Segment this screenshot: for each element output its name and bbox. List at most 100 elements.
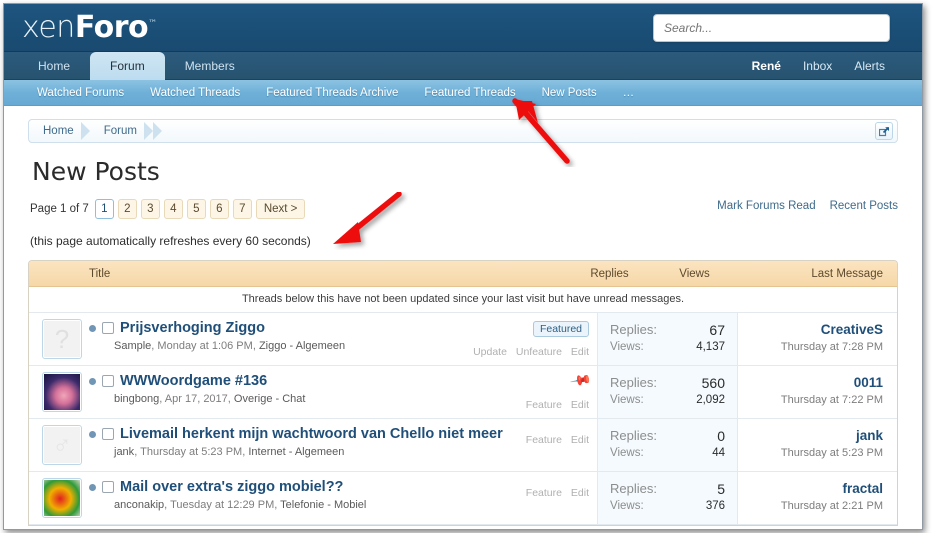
thread-main-cell: WWWoordgame #136 bingbong, Apr 17, 2017,…	[89, 366, 597, 418]
pagination-row: Page 1 of 7 1 2 3 4 5 6 7 Next > Mark Fo…	[28, 198, 898, 220]
table-row[interactable]: WWWoordgame #136 bingbong, Apr 17, 2017,…	[29, 366, 897, 419]
replies-value: 0	[717, 428, 725, 444]
thread-author[interactable]: Sample	[114, 340, 151, 352]
logo-text-bold: Foro	[74, 10, 149, 45]
edit-link[interactable]: Edit	[571, 434, 589, 446]
thread-title-link[interactable]: Prijsverhoging Ziggo	[120, 320, 265, 336]
feature-link[interactable]: Feature	[526, 487, 562, 499]
table-row[interactable]: Mail over extra's ziggo mobiel?? anconak…	[29, 472, 897, 525]
column-header-replies[interactable]: Replies	[567, 268, 652, 280]
table-row[interactable]: ? Prijsverhoging Ziggo Sample, Monday at…	[29, 313, 897, 366]
page-button-7[interactable]: 7	[232, 199, 252, 219]
open-in-new-icon[interactable]	[875, 122, 893, 140]
page-button-4[interactable]: 4	[163, 199, 183, 219]
subnav-watched-threads[interactable]: Watched Threads	[137, 80, 253, 106]
thread-author[interactable]: bingbong	[114, 393, 159, 405]
last-message-user[interactable]: jank	[748, 428, 883, 443]
thread-title-link[interactable]: Mail over extra's ziggo mobiel??	[120, 479, 343, 495]
last-message-user[interactable]: fractal	[748, 481, 883, 496]
page-button-2[interactable]: 2	[117, 199, 137, 219]
thread-author[interactable]: jank	[114, 446, 134, 458]
thread-meta: jank, Thursday at 5:23 PM, Internet - Al…	[114, 446, 345, 458]
replies-value: 5	[717, 481, 725, 497]
edit-link[interactable]: Edit	[571, 487, 589, 499]
thread-last-message-cell: fractal Thursday at 2:21 PM	[737, 472, 897, 524]
status-badge: Featured	[532, 321, 589, 337]
auto-refresh-note: (this page automatically refreshes every…	[30, 234, 311, 248]
edit-link[interactable]: Edit	[571, 399, 589, 411]
update-link[interactable]: Update	[473, 346, 507, 358]
replies-label: Replies:	[610, 322, 657, 337]
page-button-3[interactable]: 3	[140, 199, 160, 219]
thread-forum[interactable]: Telefonie - Mobiel	[280, 499, 366, 511]
thread-forum[interactable]: Ziggo - Algemeen	[259, 340, 345, 352]
thread-forum[interactable]: Internet - Algemeen	[248, 446, 344, 458]
thread-author[interactable]: anconakip	[114, 499, 164, 511]
site-logo[interactable]: xenForo™	[22, 10, 157, 45]
nav-tab-forum[interactable]: Forum	[90, 52, 165, 80]
thread-select-checkbox[interactable]	[102, 322, 114, 334]
unread-indicator-icon	[89, 430, 96, 438]
avatar[interactable]: ?	[29, 313, 89, 365]
avatar-placeholder-question-icon: ?	[44, 321, 80, 357]
thread-forum[interactable]: Overige - Chat	[234, 393, 306, 405]
mark-forums-read-link[interactable]: Mark Forums Read	[717, 200, 815, 212]
page-button-5[interactable]: 5	[186, 199, 206, 219]
subnav-more-icon[interactable]: …	[610, 80, 649, 106]
sticky-pin-icon: 📌	[568, 368, 593, 392]
breadcrumb-home[interactable]: Home	[29, 120, 90, 142]
last-message-user[interactable]: 0011	[748, 375, 883, 390]
subnav-watched-forums[interactable]: Watched Forums	[24, 80, 137, 106]
page-title: New Posts	[32, 157, 160, 186]
replies-value: 560	[701, 375, 725, 391]
thread-select-checkbox[interactable]	[102, 481, 114, 493]
avatar[interactable]	[29, 472, 89, 524]
column-header-last-message[interactable]: Last Message	[737, 268, 897, 280]
page-button-6[interactable]: 6	[209, 199, 229, 219]
breadcrumb-forum[interactable]: Forum	[90, 120, 154, 142]
unread-indicator-icon	[89, 324, 96, 332]
column-header-views[interactable]: Views	[652, 268, 737, 280]
subnav-new-posts[interactable]: New Posts	[529, 80, 610, 106]
subnav-featured-threads-archive[interactable]: Featured Threads Archive	[253, 80, 411, 106]
secondary-navigation: Watched Forums Watched Threads Featured …	[4, 80, 922, 106]
subnav-featured-threads[interactable]: Featured Threads	[411, 80, 528, 106]
thread-extra-cell: Feature Edit	[389, 478, 589, 499]
feature-link[interactable]: Feature	[526, 399, 562, 411]
unfeature-link[interactable]: Unfeature	[516, 346, 562, 358]
page-button-1[interactable]: 1	[94, 199, 114, 219]
thread-list-table: Title Replies Views Last Message Threads…	[28, 260, 898, 526]
edit-link[interactable]: Edit	[571, 346, 589, 358]
views-stat: Views: 2,092	[610, 394, 725, 406]
last-message-user[interactable]: CreativeS	[748, 322, 883, 337]
search-input[interactable]	[662, 20, 881, 36]
nav-tab-group: Home Forum Members	[18, 52, 255, 80]
nav-tab-members[interactable]: Members	[165, 52, 255, 80]
nav-tab-home[interactable]: Home	[18, 52, 90, 80]
avatar[interactable]	[29, 366, 89, 418]
thread-select-checkbox[interactable]	[102, 375, 114, 387]
page-content: Home Forum New Posts Page 1 of 7 1 2 3 4…	[4, 119, 922, 529]
search-box[interactable]	[653, 14, 890, 42]
thread-date: Apr 17, 2017	[164, 393, 228, 405]
replies-value: 67	[709, 322, 725, 338]
thread-stats-cell: Replies: 5 Views: 376	[597, 472, 737, 524]
page-action-links: Mark Forums Read Recent Posts	[717, 200, 898, 212]
unread-indicator-icon	[89, 483, 96, 491]
avatar[interactable]: ♂	[29, 419, 89, 471]
thread-select-checkbox[interactable]	[102, 428, 114, 440]
nav-username[interactable]: René	[741, 52, 792, 80]
thread-title-link[interactable]: WWWoordgame #136	[120, 373, 267, 389]
thread-last-message-cell: jank Thursday at 5:23 PM	[737, 419, 897, 471]
logo-text-light: xen	[22, 10, 75, 45]
last-message-time: Thursday at 7:28 PM	[780, 341, 883, 353]
table-row[interactable]: ♂ Livemail herkent mijn wachtwoord van C…	[29, 419, 897, 472]
replies-label: Replies:	[610, 375, 657, 390]
feature-link[interactable]: Feature	[526, 434, 562, 446]
page-button-next[interactable]: Next >	[255, 199, 306, 219]
recent-posts-link[interactable]: Recent Posts	[830, 200, 898, 212]
nav-alerts[interactable]: Alerts	[843, 52, 896, 80]
nav-inbox[interactable]: Inbox	[792, 52, 843, 80]
column-header-title[interactable]: Title	[29, 268, 567, 280]
avatar-frame: ♂	[42, 425, 82, 465]
